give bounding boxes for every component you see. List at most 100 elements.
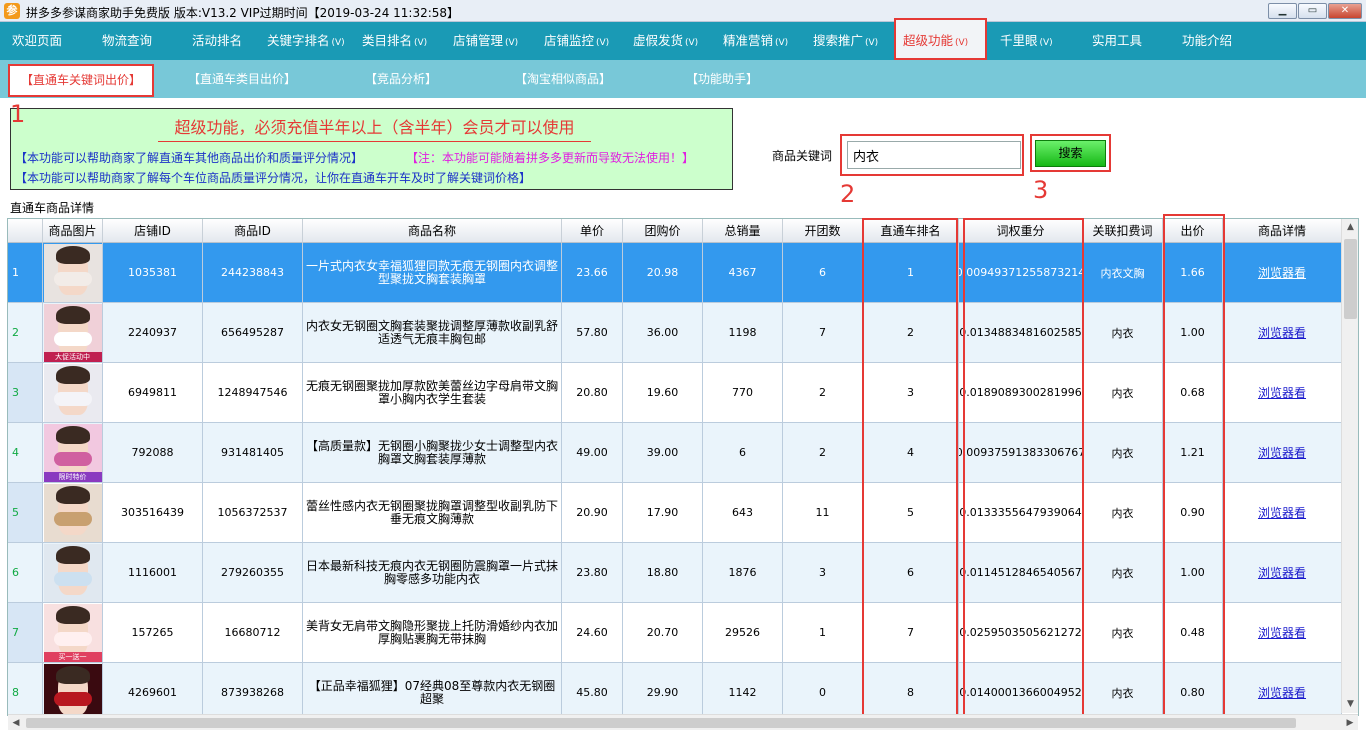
cell-word: 内衣 — [1083, 483, 1163, 543]
menu-item-3[interactable]: 关键字排名 (V) — [267, 22, 345, 60]
thumb-banner: 大促活动中 — [43, 351, 102, 362]
table-row[interactable]: 3 6949811 1248947546 无痕无钢圈聚拢加厚款欧美蕾丝边字母肩带文胸罩… — [8, 363, 1342, 423]
scroll-thumb[interactable] — [1344, 239, 1357, 319]
menu-item-label: 店铺监控 — [544, 33, 595, 48]
tab-direct-keyword-bid[interactable]: 【直通车关键词出价】 — [8, 64, 154, 97]
table-row[interactable]: 6 1116001 279260355 日本最新科技无痕内衣无钢圈防震胸罩一片式抹胸零… — [8, 543, 1342, 603]
cell-goods: 16680712 — [203, 603, 303, 663]
col-header-word[interactable]: 关联扣费词 — [1083, 219, 1163, 243]
cell-goods: 656495287 — [203, 303, 303, 363]
col-header-name[interactable]: 商品名称 — [303, 219, 562, 243]
menu-item-12[interactable]: 实用工具 — [1092, 22, 1142, 60]
chevron-down-icon: (V) — [865, 38, 879, 48]
menu-item-0[interactable]: 欢迎页面 — [12, 22, 62, 60]
col-header-bid[interactable]: 出价 — [1163, 219, 1223, 243]
view-in-browser-link[interactable]: 浏览器看 — [1223, 603, 1342, 663]
col-header-groups[interactable]: 开团数 — [783, 219, 863, 243]
close-button[interactable]: ✕ — [1328, 3, 1362, 19]
menu-item-1[interactable]: 物流查询 — [102, 22, 152, 60]
cell-shop: 4269601 — [103, 663, 203, 715]
cell-word: 内衣 — [1083, 603, 1163, 663]
col-header-img[interactable]: 商品图片 — [43, 219, 103, 243]
cell-sales: 29526 — [703, 603, 783, 663]
vertical-scrollbar[interactable]: ▲ ▼ — [1341, 219, 1358, 713]
menu-item-7[interactable]: 虚假发货 (V) — [633, 22, 698, 60]
tab-2[interactable]: 【竞品分析】 — [365, 60, 437, 98]
cell-shop: 1116001 — [103, 543, 203, 603]
view-in-browser-link[interactable]: 浏览器看 — [1223, 483, 1342, 543]
notice-line-2: 【本功能可以帮助商家了解每个车位商品质量评分情况，让你在直通车开车及时了解关键词… — [15, 171, 532, 185]
cell-shop: 157265 — [103, 603, 203, 663]
product-thumbnail: 限时特价 — [43, 423, 102, 482]
search-button[interactable]: 搜索 — [1035, 140, 1106, 167]
thumb-banner: 限时特价 — [43, 471, 102, 482]
menu-item-2[interactable]: 活动排名 — [192, 22, 242, 60]
table-row[interactable]: 5 303516439 1056372537 蕾丝性感内衣无钢圈聚拢胸罩调整型收副乳防… — [8, 483, 1342, 543]
cell-goods: 279260355 — [203, 543, 303, 603]
notice-warning: 【注：本功能可能随着拼多多更新而导致无法使用！】 — [406, 151, 695, 165]
scroll-down-icon[interactable]: ▼ — [1342, 696, 1359, 713]
scroll-left-icon[interactable]: ◀ — [8, 715, 24, 731]
col-header-n[interactable] — [8, 219, 43, 243]
menu-item-13[interactable]: 功能介绍 — [1182, 22, 1232, 60]
keyword-input[interactable] — [847, 141, 1021, 169]
menu-item-label: 关键字排名 — [267, 33, 330, 48]
table-row[interactable]: 4 限时特价 792088 931481405 【高质量款】无钢圈小胸聚拢少女士调整型内… — [8, 423, 1342, 483]
table-row[interactable]: 1 1035381 244238843 一片式内衣女幸福狐狸同款无痕无钢圈内衣调整型聚… — [8, 243, 1342, 303]
product-thumbnail — [43, 363, 102, 422]
cell-bid: 0.90 — [1163, 483, 1223, 543]
model-hair — [55, 425, 90, 444]
view-in-browser-link[interactable]: 浏览器看 — [1223, 243, 1342, 303]
cell-shop: 792088 — [103, 423, 203, 483]
menu-item-10[interactable]: 超级功能 (V) — [903, 22, 968, 60]
maximize-button[interactable]: ▭ — [1298, 3, 1327, 19]
menu-item-4[interactable]: 类目排名 (V) — [362, 22, 427, 60]
col-header-group[interactable]: 团购价 — [623, 219, 703, 243]
menu-item-label: 欢迎页面 — [12, 33, 63, 48]
cell-group: 18.80 — [623, 543, 703, 603]
col-header-rank[interactable]: 直通车排名 — [863, 219, 959, 243]
view-in-browser-link[interactable]: 浏览器看 — [1223, 303, 1342, 363]
table-row[interactable]: 2 大促活动中 2240937 656495287 内衣女无钢圈文胸套装聚拢调整厚薄款收… — [8, 303, 1342, 363]
tab-1[interactable]: 【直通车类目出价】 — [188, 60, 296, 98]
app-logo-icon: 参 — [4, 3, 20, 19]
col-header-sales[interactable]: 总销量 — [703, 219, 783, 243]
col-header-goods[interactable]: 商品ID — [203, 219, 303, 243]
cell-bid: 1.00 — [1163, 543, 1223, 603]
tab-3[interactable]: 【淘宝相似商品】 — [515, 60, 611, 98]
cell-weight: 0.00937591383306767 — [959, 423, 1083, 483]
view-in-browser-link[interactable]: 浏览器看 — [1223, 543, 1342, 603]
cell-group: 20.70 — [623, 603, 703, 663]
view-in-browser-link[interactable]: 浏览器看 — [1223, 423, 1342, 483]
cell-word: 内衣 — [1083, 663, 1163, 715]
cell-bid: 0.48 — [1163, 603, 1223, 663]
menu-item-label: 实用工具 — [1092, 33, 1143, 48]
scroll-up-icon[interactable]: ▲ — [1342, 219, 1359, 236]
menu-item-label: 功能介绍 — [1182, 33, 1233, 48]
cell-sales: 1876 — [703, 543, 783, 603]
table-row[interactable]: 7 买一送一 157265 16680712 美背女无肩带文胸隐形聚拢上托防滑婚纱内衣加… — [8, 603, 1342, 663]
scroll-right-icon[interactable]: ▶ — [1342, 715, 1358, 731]
hscroll-thumb[interactable] — [26, 718, 1296, 728]
bra-shape — [53, 271, 92, 286]
tab-4[interactable]: 【功能助手】 — [686, 60, 758, 98]
menu-item-6[interactable]: 店铺监控 (V) — [544, 22, 609, 60]
cell-weight: 0.0114512846540567 — [959, 543, 1083, 603]
cell-word: 内衣 — [1083, 303, 1163, 363]
menu-item-8[interactable]: 精准营销 (V) — [723, 22, 788, 60]
view-in-browser-link[interactable]: 浏览器看 — [1223, 363, 1342, 423]
table-row[interactable]: 8 4269601 873938268 【正品幸福狐狸】07经典08至尊款内衣无钢圈超… — [8, 663, 1342, 715]
model-hair — [55, 305, 90, 324]
minimize-button[interactable]: ▁ — [1268, 3, 1297, 19]
cell-word: 内衣 — [1083, 543, 1163, 603]
horizontal-scrollbar[interactable]: ◀ ▶ — [8, 714, 1358, 730]
product-image — [43, 483, 103, 543]
menu-item-5[interactable]: 店铺管理 (V) — [453, 22, 518, 60]
menu-item-11[interactable]: 千里眼 (V) — [1000, 22, 1053, 60]
col-header-weight[interactable]: 词权重分 — [959, 219, 1083, 243]
menu-item-9[interactable]: 搜索推广 (V) — [813, 22, 878, 60]
col-header-price[interactable]: 单价 — [562, 219, 623, 243]
view-in-browser-link[interactable]: 浏览器看 — [1223, 663, 1342, 715]
col-header-link[interactable]: 商品详情 — [1223, 219, 1342, 243]
col-header-shop[interactable]: 店铺ID — [103, 219, 203, 243]
